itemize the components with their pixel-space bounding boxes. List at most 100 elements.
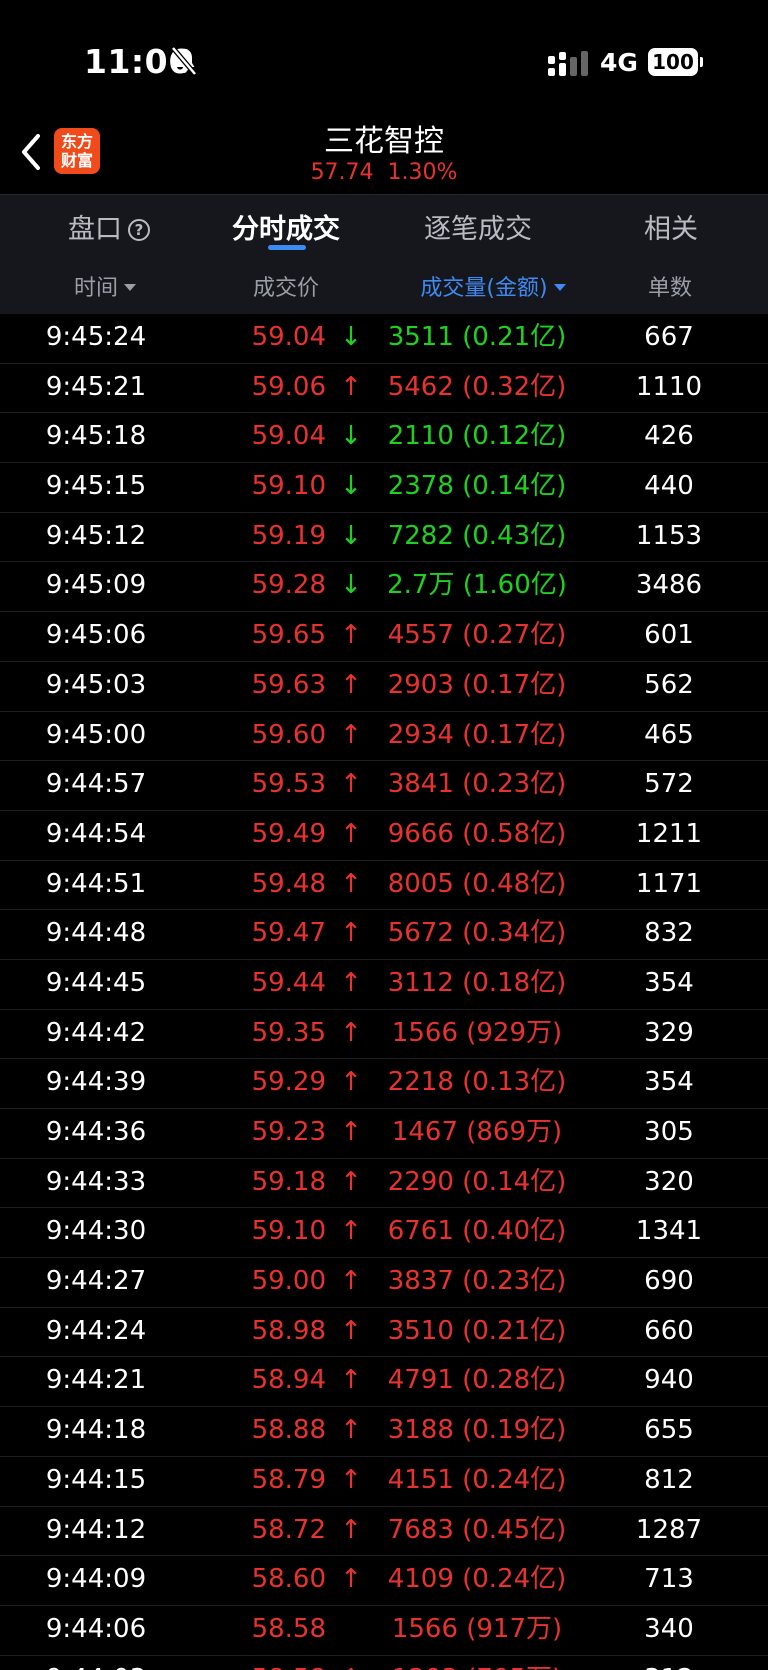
trade-row: 9:45:09 59.28 ↓ 2.7万 (1.60亿) 3486	[0, 562, 768, 613]
trade-price: 59.49	[251, 818, 326, 849]
tab-time-trades[interactable]: 分时成交	[232, 207, 340, 246]
trade-price: 59.19	[251, 520, 326, 551]
battery-nub	[700, 57, 703, 67]
trade-price: 59.48	[251, 868, 326, 899]
tab-tick-trades[interactable]: 逐笔成交	[424, 207, 532, 246]
tab-related[interactable]: 相关	[644, 207, 698, 246]
arrow-up-icon: ↑	[340, 1514, 362, 1545]
arrow-up-icon: ↑	[340, 1166, 362, 1197]
trade-count: 1110	[635, 371, 703, 402]
arrow-up-icon: ↑	[340, 1464, 362, 1495]
trade-row: 9:44:27 59.00 ↑ 3837 (0.23亿) 690	[0, 1258, 768, 1308]
trade-row: 9:44:15 58.79 ↑ 4151 (0.24亿) 812	[0, 1457, 768, 1507]
tab-order-book[interactable]: 盘口?	[68, 207, 150, 246]
trade-time: 9:44:09	[45, 1564, 147, 1595]
col-time-sort[interactable]: 时间	[50, 270, 160, 302]
trade-volume: 1566 (917万)	[391, 1613, 563, 1644]
trade-time: 9:44:18	[45, 1415, 147, 1446]
trade-time: 9:44:15	[45, 1464, 147, 1495]
trade-volume: 1467 (869万)	[391, 1117, 563, 1147]
trade-time: 9:44:30	[45, 1216, 147, 1247]
trade-volume: 4109 (0.24亿)	[387, 1564, 567, 1595]
trade-volume: 3112 (0.18亿)	[387, 967, 567, 998]
trade-time: 9:44:27	[45, 1266, 147, 1297]
trade-price: 59.06	[251, 371, 326, 402]
trade-price: 59.00	[251, 1266, 326, 1297]
arrow-down-icon: ↓	[340, 520, 362, 551]
trade-volume: 2903 (0.17亿)	[387, 669, 567, 700]
trade-time: 9:45:00	[45, 719, 147, 750]
arrow-up-icon: ↑	[336, 1656, 366, 1670]
trade-volume: 8005 (0.48亿)	[387, 868, 567, 899]
column-header: 时间 成交价 成交量(金额) 单数	[0, 252, 768, 314]
trade-count: 655	[644, 1415, 694, 1446]
trade-count: 354	[644, 967, 694, 998]
trade-count: 572	[644, 769, 694, 800]
trade-time: 9:44:57	[45, 769, 147, 800]
trade-row: 9:44:18 58.88 ↑ 3188 (0.19亿) 655	[0, 1407, 768, 1457]
trade-count: 440	[644, 471, 694, 502]
trade-list[interactable]: 9:45:24 59.04 ↓ 3511 (0.21亿) 667 9:45:21 59.06…	[0, 314, 768, 1670]
trade-count: 713	[644, 1564, 694, 1595]
trade-row: 9:44:06 58.58 1566 (917万) 340	[0, 1606, 768, 1656]
trade-price: 59.29	[251, 1067, 326, 1098]
trade-count: 1341	[635, 1216, 703, 1247]
trade-volume: 7282 (0.43亿)	[387, 520, 567, 551]
trade-time: 9:45:24	[45, 322, 147, 352]
trade-price: 59.18	[251, 1166, 326, 1197]
trade-price: 59.65	[251, 620, 326, 651]
trade-volume: 4557 (0.27亿)	[387, 620, 567, 651]
trade-time: 9:44:03	[0, 1656, 192, 1670]
trade-time: 9:45:21	[45, 371, 147, 402]
arrow-up-icon: ↑	[340, 1564, 362, 1595]
trade-price: 59.10	[251, 471, 326, 502]
arrow-up-icon: ↑	[340, 620, 362, 651]
bell-muted-icon	[171, 46, 197, 76]
trade-volume: 3188 (0.19亿)	[387, 1415, 567, 1446]
trade-volume: 6761 (0.40亿)	[387, 1216, 567, 1247]
network-type: 4G	[600, 48, 638, 77]
arrow-up-icon	[336, 1606, 366, 1656]
trade-row: 9:45:24 59.04 ↓ 3511 (0.21亿) 667	[0, 314, 768, 364]
trade-row: 9:44:42 59.35 ↑ 1566 (929万) 329	[0, 1010, 768, 1060]
trade-time: 9:44:36	[45, 1117, 147, 1147]
sort-caret-icon	[124, 284, 136, 291]
help-icon[interactable]: ?	[128, 219, 150, 241]
trade-price: 58.60	[251, 1564, 326, 1595]
trade-count: 940	[644, 1365, 694, 1396]
trade-time: 9:44:51	[45, 868, 147, 899]
trade-row: 9:44:45 59.44 ↑ 3112 (0.18亿) 354	[0, 960, 768, 1010]
trade-count: 426	[644, 421, 694, 452]
trade-price: 58.79	[251, 1464, 326, 1495]
arrow-up-icon: ↑	[340, 818, 362, 849]
trade-time: 9:44:48	[45, 918, 147, 949]
trade-row: 9:45:21 59.06 ↑ 5462 (0.32亿) 1110	[0, 364, 768, 414]
trade-time: 9:44:12	[45, 1514, 147, 1545]
stock-change-pct: 1.30%	[387, 160, 458, 185]
arrow-up-icon: ↑	[340, 1117, 362, 1147]
arrow-up-icon: ↑	[340, 371, 362, 402]
trade-volume: 7683 (0.45亿)	[387, 1514, 567, 1545]
tab-bar: 盘口? 分时成交 逐笔成交 相关	[0, 194, 768, 252]
trade-count: 329	[644, 1017, 694, 1048]
col-count: 单数	[647, 276, 692, 301]
trade-price: 58.88	[251, 1415, 326, 1446]
trade-price: 59.28	[251, 570, 326, 601]
arrow-up-icon: ↑	[340, 967, 362, 998]
col-price: 成交价	[252, 276, 319, 301]
trade-row: 9:44:21 58.94 ↑ 4791 (0.28亿) 940	[0, 1357, 768, 1408]
trade-count: 320	[644, 1166, 694, 1197]
trade-time: 9:44:54	[45, 818, 147, 849]
trade-price: 59.63	[251, 669, 326, 700]
trade-volume: 9666 (0.58亿)	[387, 818, 567, 849]
trade-price: 59.04	[251, 322, 326, 352]
trade-price: 59.44	[251, 967, 326, 998]
trade-volume: 1566 (929万)	[391, 1017, 563, 1048]
trade-time: 9:44:06	[45, 1613, 147, 1644]
arrow-up-icon: ↑	[340, 669, 362, 700]
arrow-up-icon: ↑	[340, 1266, 362, 1297]
trade-volume: 3841 (0.23亿)	[387, 769, 567, 800]
trade-volume: 5462 (0.32亿)	[387, 371, 567, 402]
trade-price: 58.98	[251, 1315, 326, 1346]
col-volume-sort[interactable]: 成交量(金额)	[398, 270, 588, 302]
